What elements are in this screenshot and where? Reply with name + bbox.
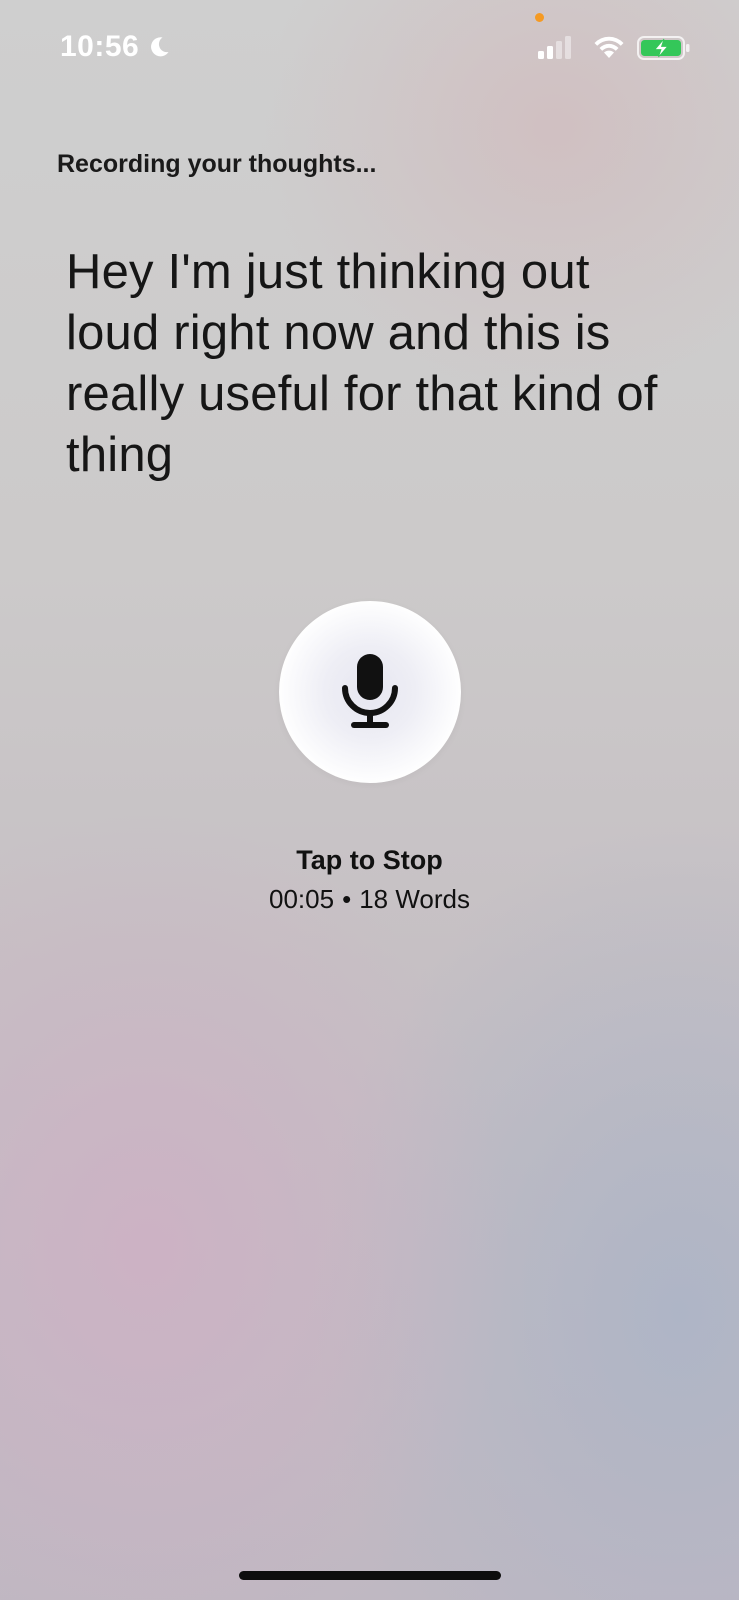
word-count: 18 Words	[359, 884, 470, 914]
live-transcript: Hey I'm just thinking out loud right now…	[66, 245, 658, 482]
battery-charging-icon	[637, 36, 690, 60]
stats-separator: •	[342, 884, 352, 914]
moon-icon	[151, 37, 169, 57]
microphone-icon	[342, 654, 398, 728]
status-time: 10:56	[60, 30, 171, 64]
home-indicator[interactable]	[239, 1571, 501, 1580]
time-text: 10:56	[60, 30, 140, 63]
status-bar: 10:56	[0, 0, 739, 100]
recording-stats: 00:05 • 18 Words	[0, 884, 739, 915]
privacy-indicator-dot	[535, 13, 544, 22]
wifi-icon	[594, 36, 624, 58]
tap-to-stop-label: Tap to Stop	[296, 845, 443, 875]
elapsed-time: 00:05	[269, 884, 335, 914]
stop-recording-button[interactable]	[279, 601, 461, 783]
cellular-signal-icon	[538, 36, 571, 59]
recording-status-label: Recording your thoughts...	[57, 150, 377, 178]
